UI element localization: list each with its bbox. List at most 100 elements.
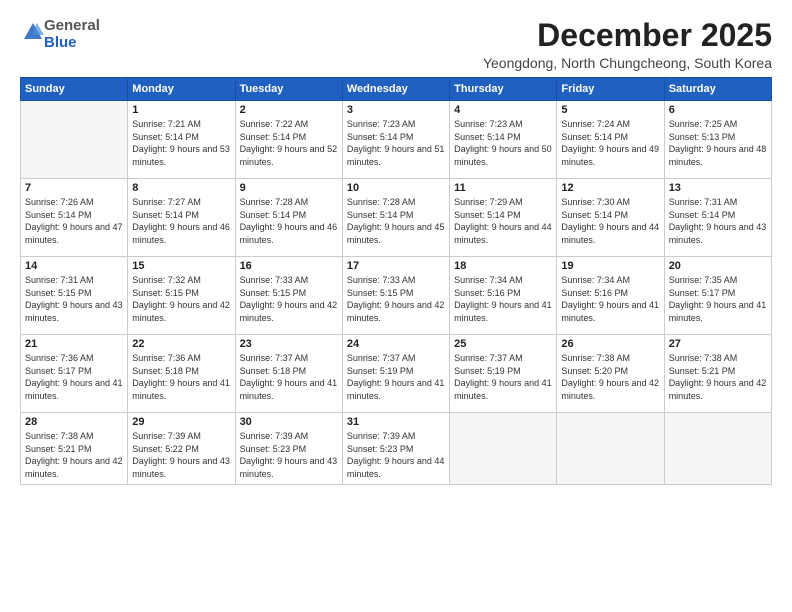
calendar-week-3: 14 Sunrise: 7:31 AMSunset: 5:15 PMDayligh… [21, 257, 772, 335]
day-detail: Sunrise: 7:27 AMSunset: 5:14 PMDaylight:… [132, 196, 230, 246]
header: General Blue December 2025 Yeongdong, No… [20, 18, 772, 71]
calendar-cell: 16 Sunrise: 7:33 AMSunset: 5:15 PMDayligh… [235, 257, 342, 335]
calendar-cell: 4 Sunrise: 7:23 AMSunset: 5:14 PMDaylight… [450, 101, 557, 179]
calendar-cell: 13 Sunrise: 7:31 AMSunset: 5:14 PMDayligh… [664, 179, 771, 257]
title-block: December 2025 Yeongdong, North Chungcheo… [483, 18, 772, 71]
calendar-cell: 19 Sunrise: 7:34 AMSunset: 5:16 PMDayligh… [557, 257, 664, 335]
day-number: 6 [669, 104, 767, 116]
calendar-cell [450, 413, 557, 485]
day-detail: Sunrise: 7:36 AMSunset: 5:17 PMDaylight:… [25, 352, 123, 402]
day-detail: Sunrise: 7:28 AMSunset: 5:14 PMDaylight:… [240, 196, 338, 246]
calendar-cell: 26Sunrise: 7:38 AMSunset: 5:20 PMDayligh… [557, 335, 664, 413]
day-number: 23 [240, 338, 338, 350]
calendar-header-saturday: Saturday [664, 78, 771, 101]
day-detail: Sunrise: 7:35 AMSunset: 5:17 PMDaylight:… [669, 274, 767, 324]
day-number: 24 [347, 338, 445, 350]
day-number: 18 [454, 260, 552, 272]
calendar-cell: 3 Sunrise: 7:23 AMSunset: 5:14 PMDaylight… [342, 101, 449, 179]
calendar-header-row: SundayMondayTuesdayWednesdayThursdayFrid… [21, 78, 772, 101]
day-number: 1 [132, 104, 230, 116]
day-number: 4 [454, 104, 552, 116]
logo-blue: Blue [44, 34, 77, 51]
day-detail: Sunrise: 7:25 AMSunset: 5:13 PMDaylight:… [669, 118, 767, 168]
day-number: 31 [347, 416, 445, 428]
calendar-cell: 2 Sunrise: 7:22 AMSunset: 5:14 PMDaylight… [235, 101, 342, 179]
day-detail: Sunrise: 7:30 AMSunset: 5:14 PMDaylight:… [561, 196, 659, 246]
day-number: 22 [132, 338, 230, 350]
calendar-header-friday: Friday [557, 78, 664, 101]
day-number: 29 [132, 416, 230, 428]
calendar-cell: 5 Sunrise: 7:24 AMSunset: 5:14 PMDaylight… [557, 101, 664, 179]
day-detail: Sunrise: 7:22 AMSunset: 5:14 PMDaylight:… [240, 118, 338, 168]
day-number: 13 [669, 182, 767, 194]
day-number: 27 [669, 338, 767, 350]
calendar-body: 1 Sunrise: 7:21 AMSunset: 5:14 PMDaylight… [21, 101, 772, 485]
day-detail: Sunrise: 7:39 AMSunset: 5:23 PMDaylight:… [347, 430, 445, 480]
day-number: 16 [240, 260, 338, 272]
day-number: 5 [561, 104, 659, 116]
calendar-cell: 29 Sunrise: 7:39 AMSunset: 5:22 PMDayligh… [128, 413, 235, 485]
calendar-cell: 14 Sunrise: 7:31 AMSunset: 5:15 PMDayligh… [21, 257, 128, 335]
day-number: 17 [347, 260, 445, 272]
calendar-cell: 11Sunrise: 7:29 AMSunset: 5:14 PMDayligh… [450, 179, 557, 257]
day-number: 20 [669, 260, 767, 272]
calendar-cell: 24 Sunrise: 7:37 AMSunset: 5:19 PMDayligh… [342, 335, 449, 413]
calendar-cell [21, 101, 128, 179]
day-detail: Sunrise: 7:24 AMSunset: 5:14 PMDaylight:… [561, 118, 659, 168]
day-detail: Sunrise: 7:39 AMSunset: 5:23 PMDaylight:… [240, 430, 338, 480]
calendar-cell: 10Sunrise: 7:28 AMSunset: 5:14 PMDayligh… [342, 179, 449, 257]
day-detail: Sunrise: 7:36 AMSunset: 5:18 PMDaylight:… [132, 352, 230, 402]
calendar-week-5: 28Sunrise: 7:38 AMSunset: 5:21 PMDayligh… [21, 413, 772, 485]
day-number: 12 [561, 182, 659, 194]
calendar-table: SundayMondayTuesdayWednesdayThursdayFrid… [20, 77, 772, 485]
calendar-week-4: 21 Sunrise: 7:36 AMSunset: 5:17 PMDayligh… [21, 335, 772, 413]
day-detail: Sunrise: 7:28 AMSunset: 5:14 PMDaylight:… [347, 196, 445, 246]
calendar-cell: 22 Sunrise: 7:36 AMSunset: 5:18 PMDayligh… [128, 335, 235, 413]
day-detail: Sunrise: 7:32 AMSunset: 5:15 PMDaylight:… [132, 274, 230, 324]
day-detail: Sunrise: 7:21 AMSunset: 5:14 PMDaylight:… [132, 118, 230, 168]
calendar-cell: 17 Sunrise: 7:33 AMSunset: 5:15 PMDayligh… [342, 257, 449, 335]
calendar-header-monday: Monday [128, 78, 235, 101]
day-number: 3 [347, 104, 445, 116]
day-number: 26 [561, 338, 659, 350]
day-detail: Sunrise: 7:23 AMSunset: 5:14 PMDaylight:… [454, 118, 552, 168]
day-detail: Sunrise: 7:38 AMSunset: 5:21 PMDaylight:… [669, 352, 767, 402]
calendar-cell [664, 413, 771, 485]
calendar-cell: 30 Sunrise: 7:39 AMSunset: 5:23 PMDayligh… [235, 413, 342, 485]
day-number: 14 [25, 260, 123, 272]
day-number: 30 [240, 416, 338, 428]
calendar-cell: 18 Sunrise: 7:34 AMSunset: 5:16 PMDayligh… [450, 257, 557, 335]
day-detail: Sunrise: 7:34 AMSunset: 5:16 PMDaylight:… [561, 274, 659, 324]
day-detail: Sunrise: 7:37 AMSunset: 5:18 PMDaylight:… [240, 352, 338, 402]
day-detail: Sunrise: 7:39 AMSunset: 5:22 PMDaylight:… [132, 430, 230, 480]
month-title: December 2025 [483, 18, 772, 53]
day-number: 2 [240, 104, 338, 116]
day-detail: Sunrise: 7:33 AMSunset: 5:15 PMDaylight:… [347, 274, 445, 324]
day-detail: Sunrise: 7:37 AMSunset: 5:19 PMDaylight:… [347, 352, 445, 402]
day-number: 28 [25, 416, 123, 428]
day-number: 19 [561, 260, 659, 272]
calendar-cell: 21 Sunrise: 7:36 AMSunset: 5:17 PMDayligh… [21, 335, 128, 413]
calendar-cell: 8 Sunrise: 7:27 AMSunset: 5:14 PMDaylight… [128, 179, 235, 257]
calendar-cell: 1 Sunrise: 7:21 AMSunset: 5:14 PMDaylight… [128, 101, 235, 179]
day-number: 8 [132, 182, 230, 194]
location-title: Yeongdong, North Chungcheong, South Kore… [483, 55, 772, 71]
calendar-week-2: 7Sunrise: 7:26 AMSunset: 5:14 PMDaylight… [21, 179, 772, 257]
day-number: 11 [454, 182, 552, 194]
day-detail: Sunrise: 7:33 AMSunset: 5:15 PMDaylight:… [240, 274, 338, 324]
day-number: 9 [240, 182, 338, 194]
day-detail: Sunrise: 7:34 AMSunset: 5:16 PMDaylight:… [454, 274, 552, 324]
day-detail: Sunrise: 7:23 AMSunset: 5:14 PMDaylight:… [347, 118, 445, 168]
day-number: 21 [25, 338, 123, 350]
calendar-cell: 9 Sunrise: 7:28 AMSunset: 5:14 PMDaylight… [235, 179, 342, 257]
calendar-cell [557, 413, 664, 485]
page: General Blue December 2025 Yeongdong, No… [0, 0, 792, 612]
day-detail: Sunrise: 7:26 AMSunset: 5:14 PMDaylight:… [25, 196, 123, 246]
day-number: 25 [454, 338, 552, 350]
calendar-cell: 23 Sunrise: 7:37 AMSunset: 5:18 PMDayligh… [235, 335, 342, 413]
logo: General Blue [20, 18, 100, 51]
day-detail: Sunrise: 7:31 AMSunset: 5:14 PMDaylight:… [669, 196, 767, 246]
day-detail: Sunrise: 7:31 AMSunset: 5:15 PMDaylight:… [25, 274, 123, 324]
calendar-cell: 25Sunrise: 7:37 AMSunset: 5:19 PMDayligh… [450, 335, 557, 413]
calendar-cell: 28Sunrise: 7:38 AMSunset: 5:21 PMDayligh… [21, 413, 128, 485]
